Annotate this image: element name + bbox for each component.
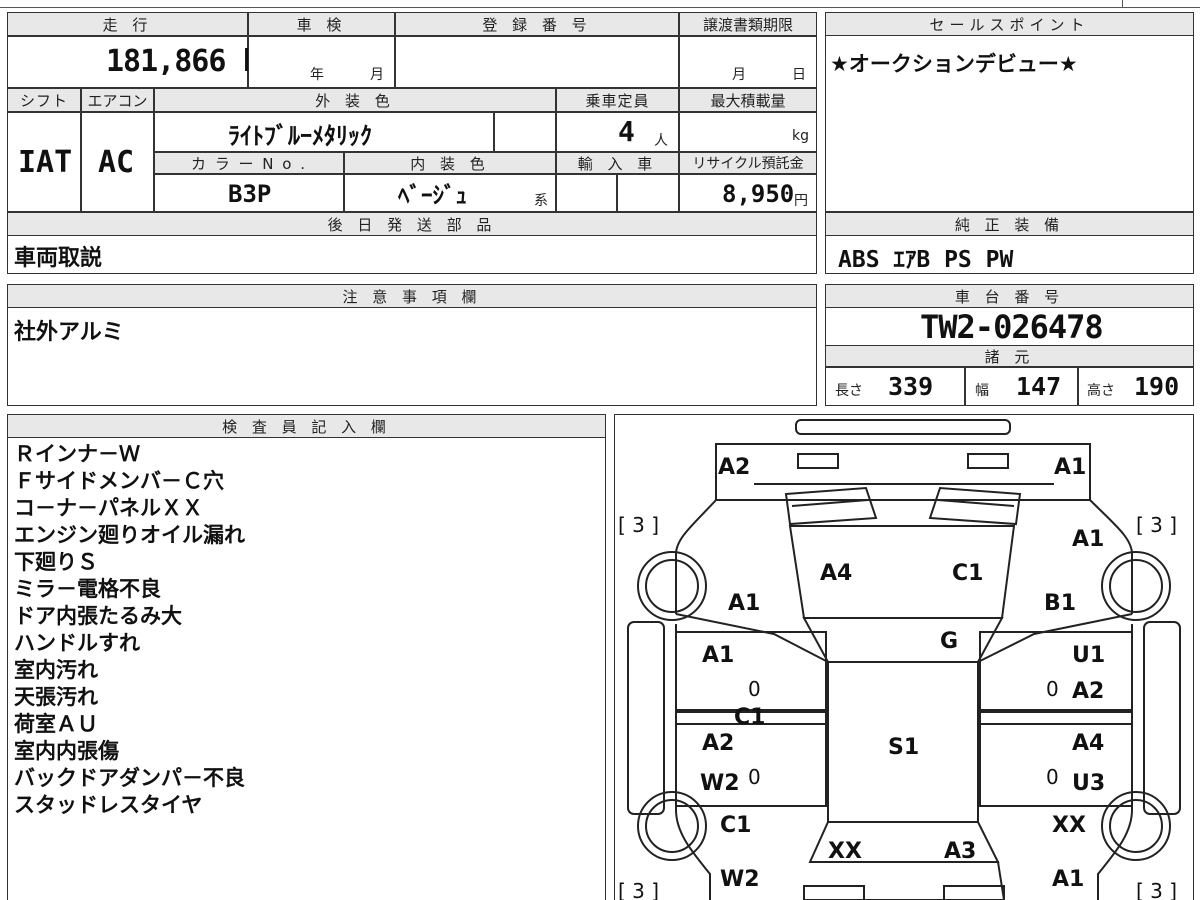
inspector-line: 室内汚れ (14, 658, 98, 682)
damage-label: G (940, 629, 958, 654)
sales-point-box (825, 12, 1194, 212)
damage-label: C1 (734, 705, 765, 730)
inspector-line: Ｆサイドメンバ－Ｃ穴 (14, 469, 224, 493)
deadline-day-unit: 日 (792, 67, 806, 83)
zero-mark: 0 (1046, 765, 1059, 789)
sales-point-header: セールスポイント (825, 12, 1194, 36)
exterior-color-sub-cell (494, 112, 556, 152)
damage-label: A1 (728, 591, 760, 616)
inspection-header: 車 検 (248, 12, 395, 36)
sales-point-value: ★オークションデビュー★ (830, 52, 1078, 76)
later-parts-header: 後 日 発 送 部 品 (7, 212, 817, 236)
tire-mark: [ 3 ] (618, 879, 659, 900)
recycle-fee-value: 8,950 (722, 180, 795, 208)
inspector-header: 検 査 員 記 入 欄 (7, 414, 606, 438)
max-load-header: 最大積載量 (679, 88, 817, 112)
shift-value: IAT (18, 145, 73, 180)
inspector-line: ハンドルすれ (14, 631, 140, 655)
damage-label: U1 (1072, 643, 1105, 668)
damage-label: B1 (1044, 591, 1076, 616)
tire-mark: [ 3 ] (618, 513, 659, 537)
genuine-equipment-header: 純 正 装 備 (825, 212, 1194, 236)
color-no-header: カ ラ ー N o . (154, 152, 344, 174)
inspection-year-unit: 年 (310, 67, 324, 83)
tire-mark: [ 3 ] (1136, 879, 1177, 900)
capacity-value: 4 (618, 115, 635, 148)
inspector-line: 室内内張傷 (14, 739, 119, 763)
inspector-line: 天張汚れ (14, 685, 98, 709)
car-diagram: [ 3 ] [ 3 ] [ 3 ] [ 3 ] 0 0 0 0 A2 A1 A1… (618, 419, 1181, 900)
inspector-line: スタッドレスタイヤ (14, 793, 203, 817)
damage-label: A4 (1072, 731, 1104, 756)
damage-label: S1 (888, 735, 919, 760)
zero-mark: 0 (1046, 677, 1059, 701)
notes-header: 注 意 事 項 欄 (7, 284, 817, 308)
damage-label: C1 (720, 813, 751, 838)
chassis-header: 車 台 番 号 (825, 284, 1194, 308)
aircon-header: エアコン (81, 88, 154, 112)
damage-label: A2 (718, 455, 750, 480)
inspector-line: Ｒインナ－Ｗ (14, 442, 140, 466)
interior-color-suffix: 系 (534, 193, 548, 209)
damage-label: C1 (952, 561, 983, 586)
imported-header: 輸 入 車 (556, 152, 679, 174)
chassis-value: TW2-026478 (920, 308, 1104, 346)
damage-label: XX (1052, 813, 1086, 838)
damage-label: A4 (820, 561, 852, 586)
recycle-fee-header: リサイクル預託金 (679, 152, 817, 174)
damage-label: U3 (1072, 771, 1105, 796)
damage-label: W2 (700, 771, 740, 796)
aircon-value: AC (98, 145, 135, 180)
interior-color-header: 内 装 色 (344, 152, 556, 174)
spec-length-label: 長さ (835, 383, 863, 399)
damage-label: A1 (702, 643, 734, 668)
zero-mark: 0 (748, 677, 761, 701)
deadline-month-unit: 月 (732, 67, 746, 83)
recycle-fee-unit: 円 (794, 193, 808, 209)
later-parts-value: 車両取説 (14, 246, 103, 271)
genuine-equipment-value: ABS ｴｱB PS PW (838, 247, 1014, 273)
inspector-line: 荷室ＡＵ (14, 712, 98, 736)
top-remnant-strip (0, 0, 1200, 8)
spec-height-label: 高さ (1087, 383, 1115, 399)
damage-label: A1 (1054, 455, 1086, 480)
spec-width-value: 147 (1016, 372, 1062, 401)
inspector-line: バックドアダンパ－不良 (14, 766, 245, 790)
inspection-month-unit: 月 (370, 67, 384, 83)
inspector-line: コ－ナ－パネルＸＸ (14, 496, 203, 520)
capacity-header: 乗車定員 (556, 88, 679, 112)
damage-label: A3 (944, 839, 976, 864)
imported-cell-left (556, 174, 617, 212)
top-right-remnant (1122, 0, 1200, 8)
spec-width-label: 幅 (975, 383, 989, 399)
transfer-deadline-header: 譲渡書類期限 (679, 12, 817, 36)
registration-header: 登 録 番 号 (395, 12, 679, 36)
mileage-header: 走 行 (7, 12, 248, 36)
damage-label: W2 (720, 867, 760, 892)
inspector-line: 下廻りＳ (14, 550, 98, 574)
damage-label: A1 (1072, 527, 1104, 552)
spec-length-value: 339 (888, 372, 934, 401)
spec-height-value: 190 (1134, 372, 1180, 401)
damage-label: A2 (1072, 679, 1104, 704)
capacity-unit: 人 (654, 133, 668, 149)
inspector-line: ミラ－電格不良 (14, 577, 161, 601)
shift-header: シフト (7, 88, 81, 112)
zero-mark: 0 (748, 765, 761, 789)
damage-label: A1 (1052, 867, 1084, 892)
damage-label: XX (828, 839, 862, 864)
color-no-value: B3P (228, 180, 272, 208)
max-load-unit: kg (792, 128, 809, 144)
interior-color-value: ﾍﾞｰｼﾞｭ (398, 183, 467, 209)
inspector-line: エンジン廻りオイル漏れ (14, 523, 245, 547)
imported-cell-right (617, 174, 679, 212)
inspector-line: ドア内張たるみ大 (14, 604, 182, 628)
notes-value: 社外アルミ (14, 320, 124, 345)
exterior-color-header: 外 装 色 (154, 88, 556, 112)
damage-label: A2 (702, 731, 734, 756)
registration-cell (395, 36, 679, 88)
specs-header: 諸 元 (825, 345, 1194, 367)
exterior-color-value: ﾗｲﾄﾌﾞﾙｰﾒﾀﾘｯｸ (228, 122, 372, 150)
tire-mark: [ 3 ] (1136, 513, 1177, 537)
